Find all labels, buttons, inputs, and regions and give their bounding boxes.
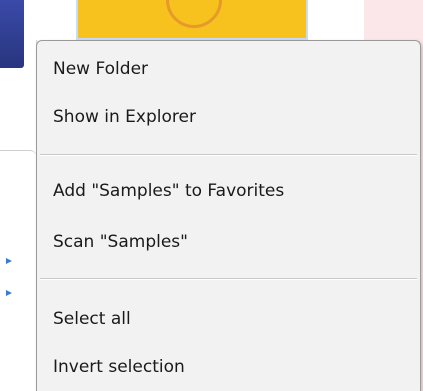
menu-separator xyxy=(40,278,417,280)
arrow-right-icon xyxy=(6,258,12,264)
context-menu: New Folder Show in Explorer Add "Samples… xyxy=(36,40,421,391)
menu-item-select-all[interactable]: Select all xyxy=(53,308,131,330)
thumbnail-yellow[interactable] xyxy=(76,0,308,40)
left-panel xyxy=(0,0,37,391)
thumbnail-blue[interactable] xyxy=(0,0,24,68)
menu-item-invert-selection[interactable]: Invert selection xyxy=(53,356,185,378)
thumbnail-image-icon xyxy=(166,0,222,28)
menu-item-new-folder[interactable]: New Folder xyxy=(53,58,148,80)
menu-item-add-to-favorites[interactable]: Add "Samples" to Favorites xyxy=(53,180,284,202)
thumbnail-gap xyxy=(308,0,364,40)
left-panel-tab xyxy=(0,150,36,271)
menu-separator xyxy=(40,154,417,156)
menu-item-show-in-explorer[interactable]: Show in Explorer xyxy=(53,106,196,128)
menu-item-scan[interactable]: Scan "Samples" xyxy=(53,231,188,253)
thumbnail-gap xyxy=(36,0,76,40)
arrow-right-icon xyxy=(6,290,12,296)
